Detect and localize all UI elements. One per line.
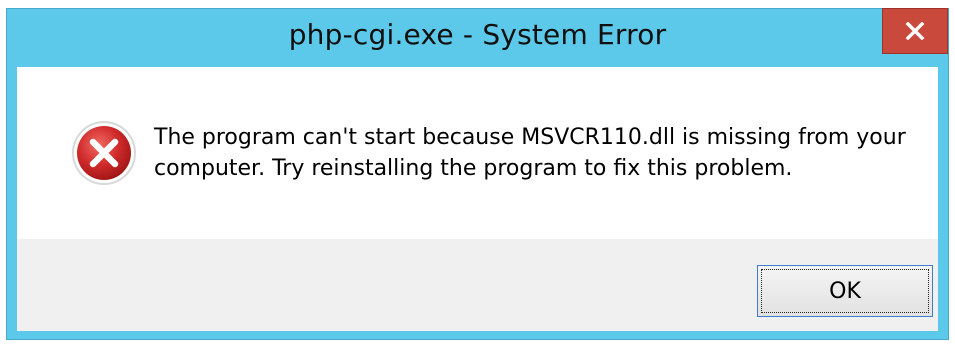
dialog-client-area: The program can't start because MSVCR110… <box>17 67 938 331</box>
title-bar[interactable]: php-cgi.exe - System Error <box>7 8 948 67</box>
error-message: The program can't start because MSVCR110… <box>154 122 914 184</box>
close-button[interactable] <box>882 8 948 54</box>
error-icon <box>70 119 138 187</box>
ok-button[interactable]: OK <box>757 265 933 317</box>
error-message-line-1: The program can't start because MSVCR110… <box>154 125 906 150</box>
ok-button-label: OK <box>829 278 861 304</box>
close-icon <box>905 22 925 40</box>
error-message-line-2: computer. Try reinstalling the program t… <box>154 156 793 181</box>
error-dialog-window: php-cgi.exe - System Error The program c… <box>6 8 949 340</box>
window-title: php-cgi.exe - System Error <box>288 18 667 51</box>
button-bar: OK <box>17 239 938 331</box>
message-area: The program can't start because MSVCR110… <box>17 67 938 239</box>
